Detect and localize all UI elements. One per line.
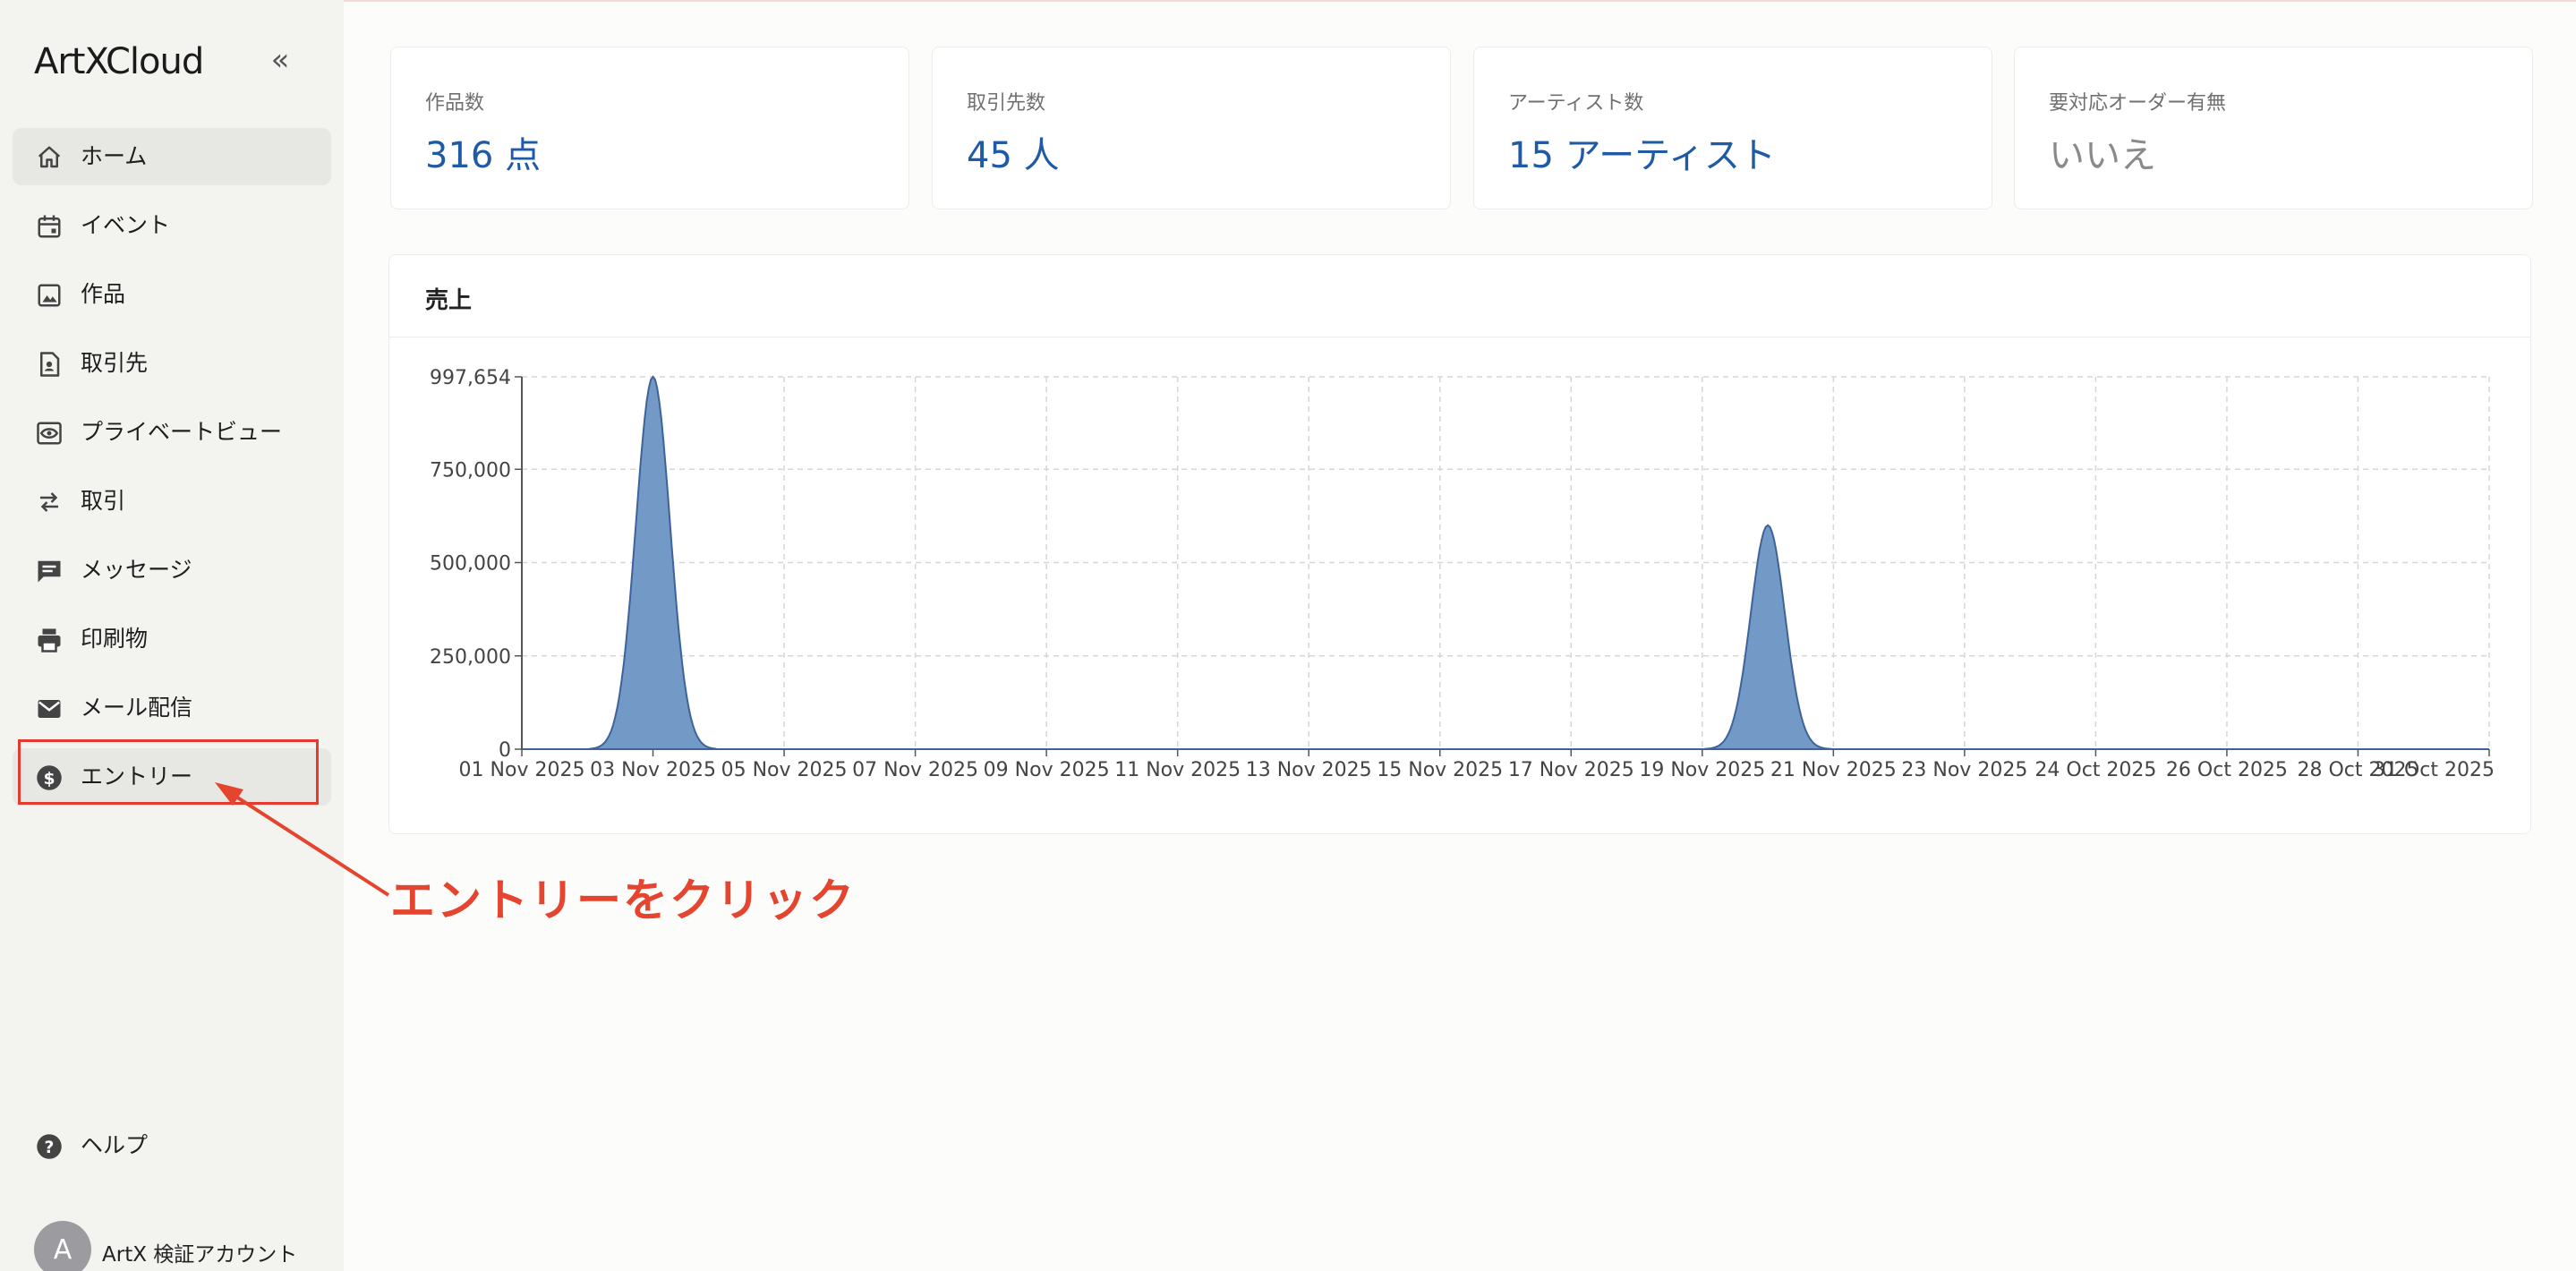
sidebar-nav: ホーム イベント 作品 取引先 プライベートビュー 取引 メッセージ 印刷物 メ… bbox=[13, 128, 331, 817]
sidebar-item-label: イベント bbox=[81, 212, 171, 238]
sidebar-item-mail-delivery[interactable]: メール配信 bbox=[13, 679, 331, 737]
stat-card-artists: アーティスト数 15 アーティスト bbox=[1473, 47, 1992, 209]
home-icon bbox=[38, 146, 61, 168]
x-tick-label: 11 Nov 2025 bbox=[1114, 759, 1241, 781]
swap-icon bbox=[40, 492, 58, 512]
contact-icon bbox=[40, 352, 60, 377]
y-tick-label: 997,654 bbox=[430, 367, 511, 389]
message-icon bbox=[38, 560, 61, 583]
eye-icon bbox=[37, 422, 62, 445]
x-tick-label: 19 Nov 2025 bbox=[1639, 759, 1765, 781]
svg-text:?: ? bbox=[45, 1139, 55, 1157]
sales-chart: 0250,000500,000750,000997,65401 Nov 2025… bbox=[430, 367, 2495, 781]
entry-highlight-box bbox=[18, 739, 319, 805]
sidebar-item-label: メッセージ bbox=[81, 557, 192, 583]
annotation-text: エントリーをクリック bbox=[390, 874, 856, 926]
stat-value: いいえ bbox=[2049, 135, 2156, 176]
sidebar-item-label: メール配信 bbox=[81, 695, 193, 721]
sidebar-item-label: 取引 bbox=[81, 488, 126, 514]
area-peak bbox=[1703, 524, 1832, 750]
x-tick-label: 01 Nov 2025 bbox=[459, 759, 585, 781]
x-tick-label: 24 Oct 2025 bbox=[2034, 759, 2156, 781]
sidebar-item-label: プライベートビュー bbox=[81, 419, 283, 445]
sidebar-item-messages[interactable]: メッセージ bbox=[13, 542, 331, 599]
y-tick-label: 250,000 bbox=[430, 646, 511, 669]
x-tick-label: 03 Nov 2025 bbox=[590, 759, 716, 781]
sidebar-item-label: 取引先 bbox=[81, 350, 149, 376]
x-tick-label: 05 Nov 2025 bbox=[721, 759, 848, 781]
avatar: A bbox=[34, 1221, 91, 1271]
y-tick-label: 750,000 bbox=[430, 459, 511, 482]
stat-value: 45 人 bbox=[967, 135, 1060, 176]
double-chevron-left-icon[interactable]: « bbox=[265, 45, 295, 77]
sidebar-item-home[interactable]: ホーム bbox=[13, 128, 331, 185]
sidebar-item-artworks[interactable]: 作品 bbox=[13, 266, 331, 323]
top-accent-line bbox=[0, 0, 2576, 2]
x-tick-label: 09 Nov 2025 bbox=[984, 759, 1110, 781]
sidebar-item-label: ヘルプ bbox=[81, 1132, 149, 1158]
sidebar-item-private-view[interactable]: プライベートビュー bbox=[13, 404, 331, 461]
x-tick-label: 17 Nov 2025 bbox=[1508, 759, 1634, 781]
sidebar-item-label: 作品 bbox=[81, 281, 126, 307]
image-icon bbox=[38, 284, 61, 307]
stat-value: 316 点 bbox=[425, 135, 542, 176]
x-tick-label: 23 Nov 2025 bbox=[1901, 759, 2027, 781]
area-peak bbox=[589, 375, 717, 750]
x-tick-label: 15 Nov 2025 bbox=[1377, 759, 1503, 781]
calendar-icon bbox=[38, 215, 61, 238]
sidebar-item-label: 印刷物 bbox=[81, 626, 149, 652]
app-logo[interactable]: ArtXCloud bbox=[34, 41, 204, 82]
y-tick-label: 500,000 bbox=[430, 553, 511, 576]
stat-label: 取引先数 bbox=[967, 92, 1046, 115]
sidebar-item-prints[interactable]: 印刷物 bbox=[13, 610, 331, 668]
x-tick-label: 07 Nov 2025 bbox=[852, 759, 978, 781]
sales-panel: 売上 0 250,000 500,000 750,000 997,654 01 Nov 2… bbox=[388, 254, 2531, 834]
stat-label: 作品数 bbox=[425, 92, 485, 115]
sidebar-item-transactions[interactable]: 取引 bbox=[13, 473, 331, 530]
sidebar-item-events[interactable]: イベント bbox=[13, 197, 331, 254]
help-icon: ? bbox=[37, 1134, 62, 1159]
x-tick-label: 21 Nov 2025 bbox=[1770, 759, 1897, 781]
sidebar: ArtXCloud « ホーム イベント 作品 取引先 プライベートビュー 取引 bbox=[0, 0, 344, 1271]
stat-card-contacts: 取引先数 45 人 bbox=[932, 47, 1451, 209]
account-name: ArtX 検証アカウント bbox=[102, 1243, 298, 1267]
stat-card-artworks: 作品数 316 点 bbox=[390, 47, 909, 209]
mail-icon bbox=[38, 700, 61, 718]
x-tick-label: 26 Oct 2025 bbox=[2166, 759, 2288, 781]
printer-icon bbox=[38, 628, 61, 653]
stat-label: 要対応オーダー有無 bbox=[2049, 92, 2227, 115]
x-tick-label: 31 Oct 2025 bbox=[2373, 759, 2495, 781]
sidebar-item-label: ホーム bbox=[81, 143, 148, 169]
x-tick-label: 13 Nov 2025 bbox=[1246, 759, 1372, 781]
sidebar-item-help[interactable]: ? ヘルプ bbox=[13, 1117, 331, 1174]
sidebar-item-contacts[interactable]: 取引先 bbox=[13, 335, 331, 392]
account-menu[interactable]: A ArtX 検証アカウント bbox=[34, 1221, 329, 1271]
stat-card-pending-orders: 要対応オーダー有無 いいえ bbox=[2014, 47, 2533, 209]
stat-label: アーティスト数 bbox=[1508, 92, 1644, 115]
stat-value: 15 アーティスト bbox=[1508, 135, 1776, 176]
